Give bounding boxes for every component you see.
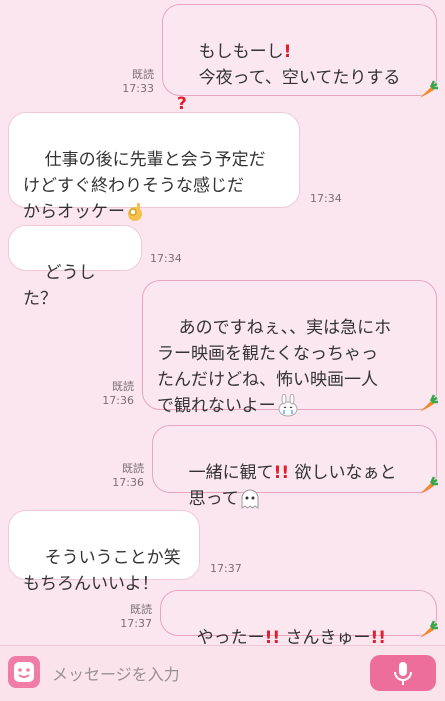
timestamp: 17:34	[310, 192, 342, 205]
message-bubble-outgoing[interactable]: あのですねぇ、、実は急にホ ラー映画を観たくなっちゃっ たんだけどね、怖い映画一…	[142, 280, 437, 417]
message-bubble-outgoing[interactable]: やったー!! さんきゅー!!	[160, 590, 437, 648]
voice-input-button[interactable]	[370, 655, 436, 691]
timestamp: 17:37	[210, 562, 242, 575]
chat-area[interactable]: もしもーし! 今夜って、空いてたりする? 既読 17:33 仕事の後に先輩と会う…	[0, 0, 445, 648]
microphone-icon	[394, 662, 412, 685]
read-receipt: 既読	[130, 603, 152, 616]
message-text: 思って	[188, 489, 239, 509]
message-text: どうした？	[23, 263, 96, 309]
message-meta: 既読 17:37	[106, 603, 152, 631]
message-bubble-outgoing[interactable]: もしもーし! 今夜って、空いてたりする?	[162, 4, 437, 114]
sticker-icon	[14, 662, 34, 682]
ghost-emoji	[241, 489, 259, 509]
read-receipt: 既読	[122, 462, 144, 475]
message-text: 欲しいなぁと	[294, 463, 397, 483]
message-bubble-incoming[interactable]: どうした？	[8, 225, 142, 309]
message-bubble-incoming[interactable]: そういうことか笑 もちろんいいよ！	[8, 510, 200, 594]
message-meta: 既読 17:36	[88, 380, 134, 408]
question-icon: ?	[177, 94, 187, 114]
timestamp: 17:33	[122, 82, 154, 95]
message-input[interactable]	[50, 656, 364, 692]
message-bubble-outgoing[interactable]: 一緒に観て!! 欲しいなぁと 思って	[152, 425, 437, 509]
crying-bunny-emoji	[278, 394, 298, 417]
carrot-icon	[420, 476, 438, 494]
carrot-icon	[420, 620, 438, 638]
double-exclamation-icon: !!	[273, 463, 290, 483]
carrot-icon	[420, 394, 438, 412]
timestamp: 17:36	[102, 394, 134, 407]
timestamp: 17:37	[120, 617, 152, 630]
message-text: もしもーし	[198, 42, 284, 62]
carrot-icon	[420, 80, 438, 98]
ok-hand-emoji	[128, 203, 142, 221]
message-text: 今夜って、空いてたりする	[198, 68, 401, 88]
message-text: あのですねぇ、、実は急にホ ラー映画を観たくなっちゃっ たんだけどね、怖い映画一…	[157, 318, 392, 416]
exclamation-icon: !	[283, 42, 292, 62]
timestamp: 17:36	[112, 476, 144, 489]
read-receipt: 既読	[112, 380, 134, 393]
message-text: 一緒に観て	[188, 463, 274, 483]
read-receipt: 既読	[132, 68, 154, 81]
sticker-button[interactable]	[8, 656, 40, 688]
timestamp: 17:34	[150, 252, 182, 265]
message-meta: 既読 17:36	[98, 462, 144, 490]
message-input-bar	[0, 645, 445, 701]
message-text: そういうことか笑 もちろんいいよ！	[23, 548, 181, 594]
message-meta: 既読 17:33	[108, 68, 154, 96]
message-bubble-incoming[interactable]: 仕事の後に先輩と会う予定だ けどすぐ終わりそうな感じだ からオッケー	[8, 112, 300, 222]
